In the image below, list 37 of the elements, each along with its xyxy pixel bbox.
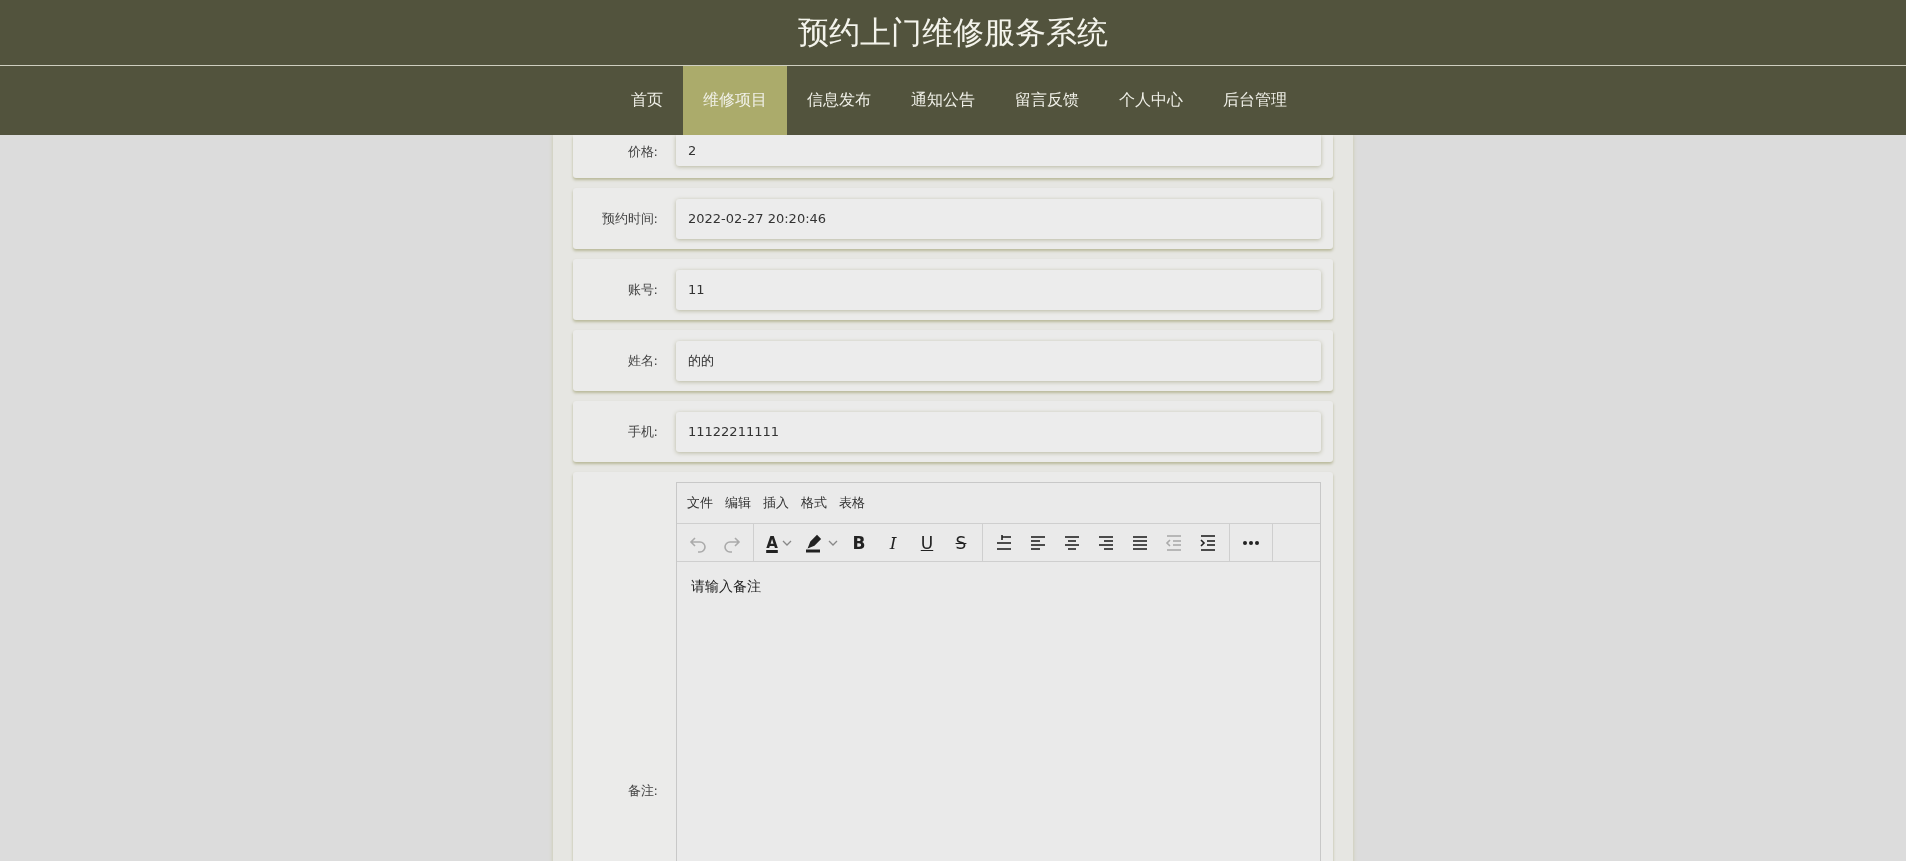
nav-tab[interactable]: 后台管理 bbox=[1203, 66, 1307, 135]
nav-tab[interactable]: 首页 bbox=[611, 66, 683, 135]
site-title: 预约上门维修服务系统 bbox=[798, 12, 1108, 52]
nav-tab[interactable]: 个人中心 bbox=[1099, 66, 1203, 135]
line-height-icon bbox=[994, 532, 1014, 553]
editor-placeholder: 请输入备注 bbox=[691, 578, 761, 594]
underline-button[interactable]: U bbox=[910, 528, 944, 557]
field-label: 手机: bbox=[626, 422, 658, 441]
editor-menu-item[interactable]: 表格 bbox=[833, 494, 871, 512]
editor-menu-item[interactable]: 文件 bbox=[681, 494, 719, 512]
input-field[interactable]: 的的 bbox=[676, 340, 1321, 381]
outdent-icon bbox=[1164, 532, 1184, 553]
field-label: 姓名: bbox=[626, 351, 658, 370]
marker-icon bbox=[804, 532, 824, 553]
field-label: 价格: bbox=[626, 143, 658, 161]
rich-text-editor[interactable]: 文件 编辑 插入 格式 表格 A B I U S 请输入备注 bbox=[676, 482, 1321, 861]
nav-tab[interactable]: 通知公告 bbox=[891, 66, 995, 135]
input-field[interactable]: 11 bbox=[676, 269, 1321, 310]
nav-tab[interactable]: 信息发布 bbox=[787, 66, 891, 135]
strike-button[interactable]: S bbox=[944, 528, 978, 557]
editor-menu-item[interactable]: 编辑 bbox=[719, 494, 757, 512]
input-field[interactable]: 2 bbox=[676, 135, 1321, 166]
caret-icon bbox=[781, 539, 792, 546]
field-label: 账号: bbox=[626, 280, 658, 299]
nav-tab[interactable]: 留言反馈 bbox=[995, 66, 1099, 135]
italic-button[interactable]: I bbox=[876, 528, 910, 557]
field-label: 备注: bbox=[626, 782, 658, 800]
text-color-button[interactable]: A bbox=[758, 528, 800, 557]
editor-menu-item[interactable]: 插入 bbox=[757, 494, 795, 512]
input-field[interactable]: 2022-02-27 20:20:46 bbox=[676, 198, 1321, 239]
editor-menu-item[interactable]: 格式 bbox=[795, 494, 833, 512]
bold-button[interactable]: B bbox=[842, 528, 876, 557]
field-label: 预约时间: bbox=[600, 209, 658, 228]
input-field[interactable]: 11122211111 bbox=[676, 411, 1321, 452]
indent-icon bbox=[1198, 532, 1218, 553]
more-icon bbox=[1243, 540, 1259, 545]
caret-icon bbox=[828, 539, 838, 546]
